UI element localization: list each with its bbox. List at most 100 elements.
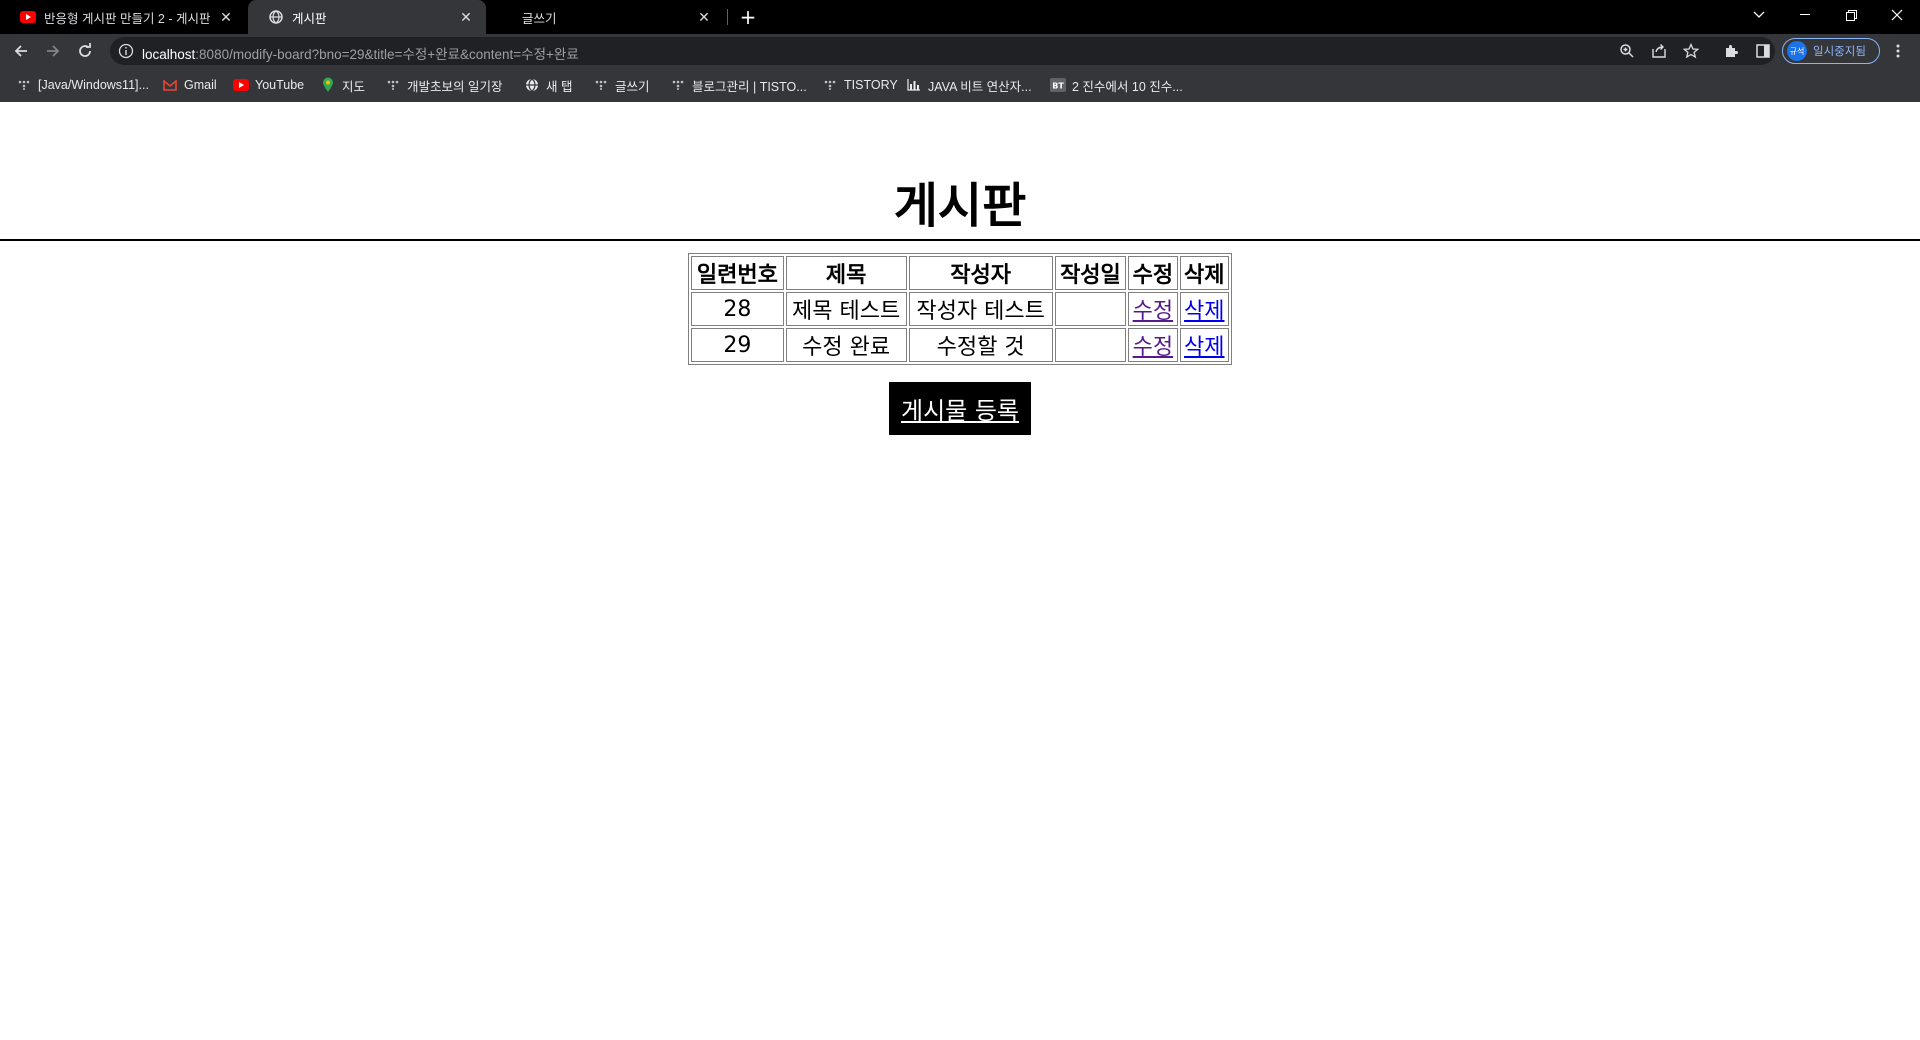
zoom-icon[interactable] xyxy=(1618,42,1636,60)
tab-board[interactable]: 게시판 ✕ xyxy=(248,0,486,34)
close-window-button[interactable] xyxy=(1874,0,1920,30)
bookmark-label: 2 진수에서 10 진수... xyxy=(1072,79,1183,94)
cell-bno: 28 xyxy=(691,292,784,326)
cell-title: 수정 완료 xyxy=(785,328,907,362)
tab-youtube[interactable]: 반응형 게시판 만들기 2 - 게시판 ✕ xyxy=(0,0,246,34)
profile-status: 일시중지됨 xyxy=(1813,46,1866,58)
bookmark-label: 새 탭 xyxy=(546,79,573,94)
more-vertical-icon xyxy=(1896,44,1900,58)
bookmark-label: YouTube xyxy=(255,78,305,92)
header-bno: 일련번호 xyxy=(691,256,784,290)
arrow-right-icon xyxy=(47,45,60,57)
bookmark-label: [Java/Windows11]... xyxy=(38,78,149,92)
reload-icon xyxy=(79,43,91,57)
cell-edit: 수정 xyxy=(1128,292,1178,326)
bookmark-new-tab[interactable]: 새 탭 xyxy=(524,77,573,94)
globe-icon xyxy=(268,9,284,25)
url-text[interactable]: localhost:8080/modify-board?bno=29&title… xyxy=(142,43,579,63)
minimize-icon xyxy=(1800,14,1810,15)
arrow-left-icon xyxy=(14,45,27,57)
url-path: :8080/modify-board?bno=29&title=수정+완료&co… xyxy=(195,47,579,62)
cell-date xyxy=(1054,292,1127,326)
bookmark-label: 지도 xyxy=(342,79,366,94)
header-delete: 삭제 xyxy=(1179,256,1229,290)
cell-title: 제목 테스트 xyxy=(785,292,907,326)
cell-edit: 수정 xyxy=(1128,328,1178,362)
page-content: 게시판 일련번호 제목 작성자 작성일 수정 삭제 28 제목 테스트 작성자 … xyxy=(0,102,1920,1040)
puzzle-icon xyxy=(1726,45,1738,57)
address-bar[interactable]: localhost:8080/modify-board?bno=29&title… xyxy=(110,37,1775,65)
chevron-down-icon xyxy=(1753,11,1765,18)
bookmark-tistory[interactable]: TISTORY xyxy=(822,77,898,93)
header-date: 작성일 xyxy=(1054,256,1127,290)
bookmark-youtube[interactable]: YouTube xyxy=(233,77,304,93)
new-tab-button[interactable]: + xyxy=(736,5,760,29)
cell-delete: 삭제 xyxy=(1179,328,1229,362)
star-icon[interactable] xyxy=(1682,42,1700,60)
header-writer: 작성자 xyxy=(908,256,1053,290)
info-icon[interactable] xyxy=(118,43,134,59)
bookmark-label: TISTORY xyxy=(844,78,898,92)
cell-writer: 작성자 테스트 xyxy=(908,292,1053,326)
tab-separator xyxy=(727,9,728,25)
page-title: 게시판 xyxy=(893,178,1027,234)
profile-button[interactable]: 규석 일시중지됨 xyxy=(1782,38,1880,64)
browser-titlebar: 반응형 게시판 만들기 2 - 게시판 ✕ 게시판 ✕ 글쓰기 ✕ + xyxy=(0,0,1920,34)
tistory-icon xyxy=(822,77,838,93)
gmail-icon xyxy=(162,77,178,93)
svg-text:BT: BT xyxy=(1052,82,1064,91)
bookmark-maps[interactable]: 지도 xyxy=(320,77,366,94)
side-panel-icon xyxy=(1756,44,1770,58)
table-row: 29 수정 완료 수정할 것 수정 삭제 xyxy=(691,328,1229,362)
close-icon[interactable]: ✕ xyxy=(218,9,234,25)
cell-date xyxy=(1054,328,1127,362)
menu-button[interactable] xyxy=(1886,39,1910,63)
extensions-button[interactable] xyxy=(1719,39,1743,63)
tistory-icon xyxy=(593,77,609,93)
globe-icon xyxy=(524,77,540,93)
tistory-icon xyxy=(670,77,686,93)
reload-button[interactable] xyxy=(73,39,97,63)
bookmark-write[interactable]: 글쓰기 xyxy=(593,77,650,94)
close-icon xyxy=(1891,9,1903,21)
bookmark-label: Gmail xyxy=(184,78,217,92)
edit-link[interactable]: 수정 xyxy=(1133,299,1173,324)
bookmark-blog-admin[interactable]: 블로그관리 | TISTO... xyxy=(670,77,807,94)
side-panel-button[interactable] xyxy=(1751,39,1775,63)
tistory-icon xyxy=(385,77,401,93)
bookmark-java-bitwise[interactable]: JAVA 비트 연산자... xyxy=(906,77,1032,94)
bookmark-label: 글쓰기 xyxy=(615,79,650,94)
back-button[interactable] xyxy=(9,39,33,63)
youtube-icon xyxy=(233,77,249,93)
chart-icon xyxy=(906,77,922,93)
bookmark-binary-to-decimal[interactable]: BT 2 진수에서 10 진수... xyxy=(1050,77,1183,94)
bt-icon: BT xyxy=(1050,77,1066,93)
delete-link[interactable]: 삭제 xyxy=(1184,335,1224,360)
tab-write[interactable]: 글쓰기 ✕ xyxy=(488,0,724,34)
close-icon[interactable]: ✕ xyxy=(696,9,712,25)
bookmark-java-windows[interactable]: [Java/Windows11]... xyxy=(16,77,149,93)
bookmarks-bar: [Java/Windows11]... Gmail YouTube 지도 개발초… xyxy=(0,68,1920,102)
header-title: 제목 xyxy=(785,256,907,290)
share-icon[interactable] xyxy=(1650,42,1668,60)
browser-toolbar: localhost:8080/modify-board?bno=29&title… xyxy=(0,34,1920,68)
tab-title: 반응형 게시판 만들기 2 - 게시판 xyxy=(44,11,211,26)
url-host: localhost xyxy=(142,47,196,62)
tistory-icon xyxy=(16,77,32,93)
bookmark-dev-diary[interactable]: 개발초보의 일기장 xyxy=(385,77,503,94)
minimize-button[interactable] xyxy=(1782,0,1828,30)
tab-search-button[interactable] xyxy=(1736,0,1782,30)
bookmark-label: JAVA 비트 연산자... xyxy=(928,79,1032,94)
edit-link[interactable]: 수정 xyxy=(1133,335,1173,360)
close-icon[interactable]: ✕ xyxy=(458,9,474,25)
table-header-row: 일련번호 제목 작성자 작성일 수정 삭제 xyxy=(691,256,1229,290)
cell-writer: 수정할 것 xyxy=(908,328,1053,362)
table-row: 28 제목 테스트 작성자 테스트 수정 삭제 xyxy=(691,292,1229,326)
bookmark-gmail[interactable]: Gmail xyxy=(162,77,217,93)
forward-button[interactable] xyxy=(41,39,65,63)
register-post-button[interactable]: 게시물 등록 xyxy=(889,382,1031,435)
restore-button[interactable] xyxy=(1828,0,1874,30)
delete-link[interactable]: 삭제 xyxy=(1184,299,1224,324)
bookmark-label: 블로그관리 | TISTO... xyxy=(692,79,807,94)
bookmark-label: 개발초보의 일기장 xyxy=(407,79,503,94)
